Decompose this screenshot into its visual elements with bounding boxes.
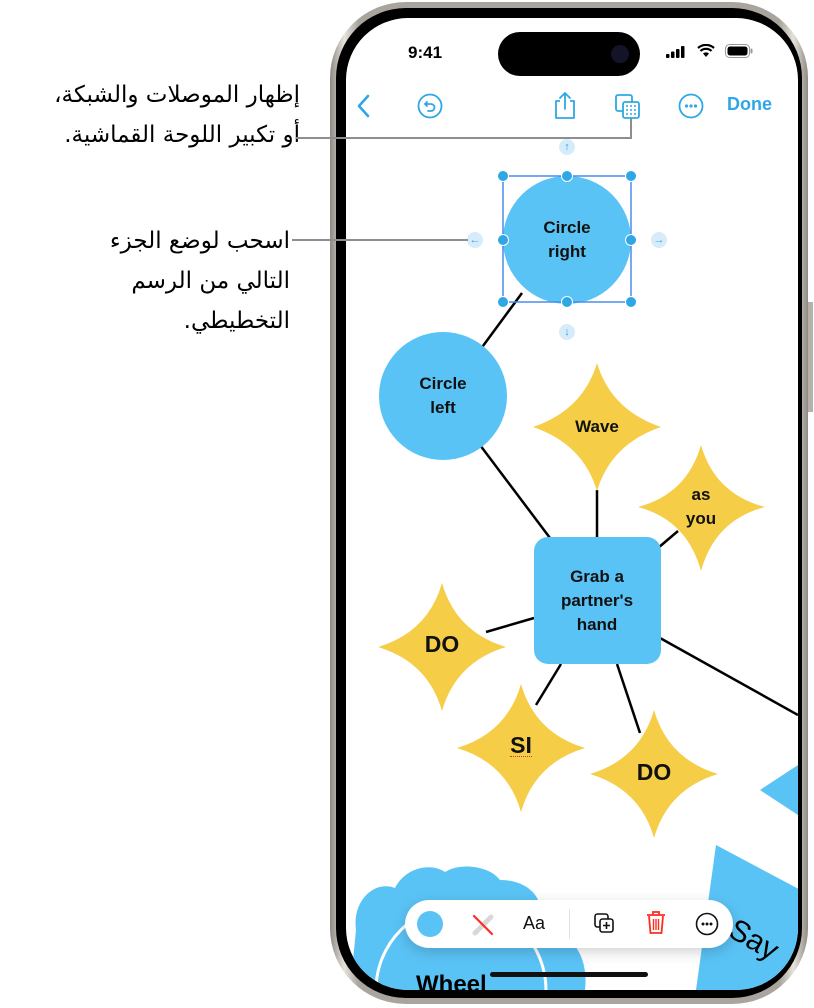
back-chevron-icon[interactable] (356, 94, 372, 118)
label-line: SI (510, 732, 532, 758)
label-wave: Wave (547, 415, 647, 439)
add-node-left-icon[interactable]: ← (467, 232, 483, 248)
add-node-down-icon[interactable]: ↓ (559, 324, 575, 340)
label-line: DO (424, 631, 460, 657)
label-line: you (685, 509, 717, 528)
shape-triangle-partial (760, 765, 798, 815)
add-node-up-icon[interactable]: ↑ (559, 139, 575, 155)
status-time: 9:41 (408, 43, 443, 62)
connector (485, 616, 535, 634)
callout-leader-1 (296, 137, 632, 139)
label-line: hand (576, 615, 618, 634)
label-grab: Grab a partner's hand (542, 565, 652, 637)
label-do-1: DO (392, 632, 492, 656)
fill-color-swatch[interactable] (417, 911, 443, 937)
label-line: left (430, 398, 456, 417)
label-circle-left: Circle left (393, 372, 493, 420)
label-do-2: DO (604, 760, 704, 784)
callout-line-3: التخطيطي. (183, 308, 290, 334)
label-line: Circle (543, 218, 591, 237)
label-as-you: as you (651, 483, 751, 531)
callout-drag-next: اسحب لوضع الجزء التالي من الرسم التخطيطي… (0, 221, 290, 341)
label-line: Wave (575, 417, 619, 436)
add-node-right-icon[interactable]: → (651, 232, 667, 248)
done-button[interactable]: Done (727, 94, 772, 115)
no-stroke-icon[interactable] (469, 911, 497, 939)
callout-connectors-grid: إظهار الموصلات والشبكة، أو تكبير اللوحة … (0, 75, 300, 155)
label-line: right (548, 242, 586, 261)
resize-handle-mr[interactable] (625, 234, 637, 246)
connector (615, 663, 642, 734)
wifi-icon (697, 44, 715, 57)
resize-handle-br[interactable] (625, 296, 637, 308)
home-indicator[interactable] (490, 972, 648, 977)
label-line: partner's (560, 591, 634, 610)
label-line: Circle (419, 374, 467, 393)
connector (479, 444, 551, 539)
callout-line-1: اسحب لوضع الجزء (109, 228, 290, 254)
resize-handle-tr[interactable] (625, 170, 637, 182)
callout-line-2: التالي من الرسم (131, 268, 290, 294)
share-icon[interactable] (553, 90, 577, 120)
callout-leader-2 (292, 239, 468, 241)
connector (657, 530, 679, 549)
label-line: as (691, 485, 711, 504)
connector (659, 636, 798, 717)
toolbar-more-icon[interactable] (695, 912, 719, 936)
label-line: Grab a (570, 567, 624, 586)
duplicate-icon[interactable] (593, 912, 617, 936)
resize-handle-bl[interactable] (497, 296, 509, 308)
battery-icon (725, 44, 753, 58)
resize-handle-tl[interactable] (497, 170, 509, 182)
callout-line-1: إظهار الموصلات والشبكة، (54, 82, 300, 108)
connector (534, 663, 563, 706)
shape-toolbar: Aa (405, 900, 733, 948)
cellular-signal-icon (666, 46, 685, 58)
undo-icon[interactable] (417, 93, 443, 119)
resize-handle-tc[interactable] (561, 170, 573, 182)
toolbar-divider (569, 909, 570, 939)
text-style-button[interactable]: Aa (523, 913, 545, 934)
more-ellipsis-icon[interactable] (678, 93, 704, 119)
label-line: DO (636, 759, 672, 785)
resize-handle-bc[interactable] (561, 296, 573, 308)
delete-trash-icon[interactable] (645, 910, 667, 936)
label-circle-right: Circle right (517, 216, 617, 264)
camera-icon (611, 45, 629, 63)
wheel-label: Wheel (416, 971, 487, 990)
callout-line-2: أو تكبير اللوحة القماشية. (64, 122, 300, 148)
view-options-grid-icon[interactable] (614, 93, 642, 121)
label-si: SI (471, 733, 571, 757)
resize-handle-ml[interactable] (497, 234, 509, 246)
callout-leader-1-v (630, 118, 632, 139)
